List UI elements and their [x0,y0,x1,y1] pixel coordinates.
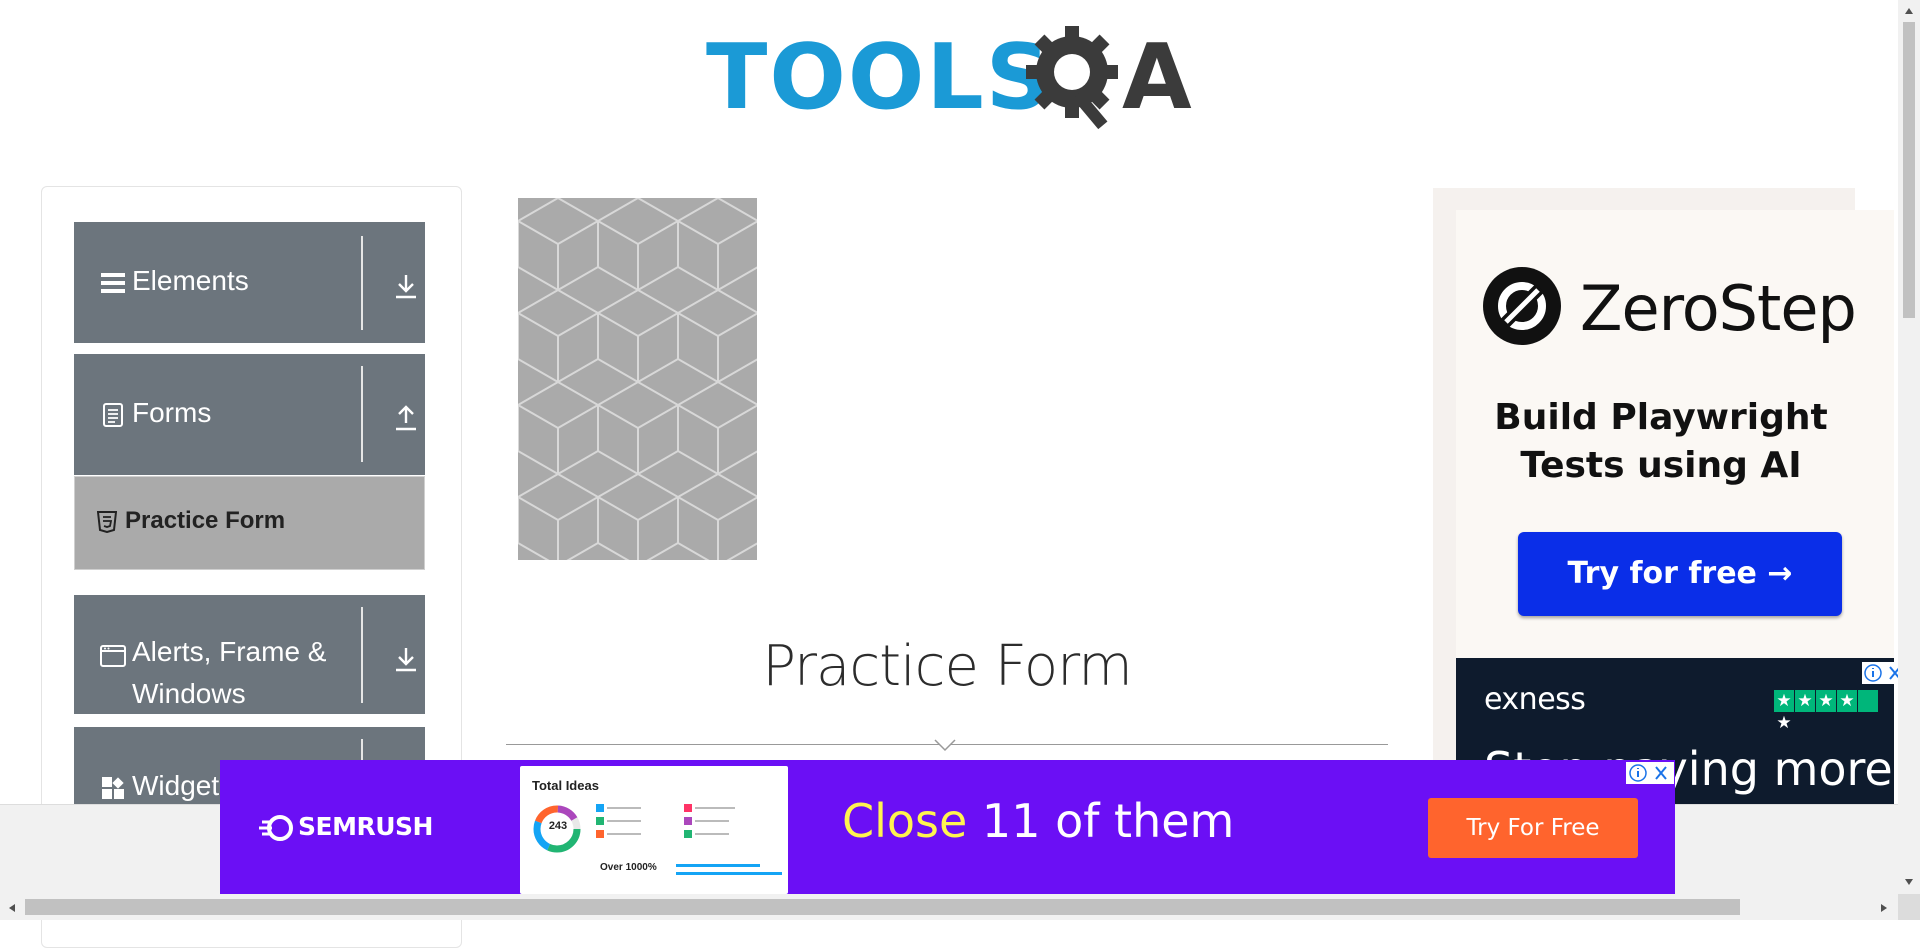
semrush-headline: Close 11 of them [842,794,1234,848]
sidebar-group-elements[interactable]: Elements [74,222,425,343]
vertical-scrollbar-thumb[interactable] [1903,22,1915,318]
logo-text-tools: TOOLS [706,25,1053,130]
toolsqa-logo[interactable]: TOOLS A [706,22,1196,137]
sidebar-group-label: Forms [132,397,212,428]
semrush-brand: SEMRUSH [298,812,433,841]
exness-brand: exness [1484,682,1586,717]
upload-arrow-icon[interactable] [392,404,420,432]
zerostep-ad[interactable]: ZeroStep Build Playwright Tests using AI… [1456,210,1894,658]
widgets-icon [102,777,124,799]
card-over-text: Over 1000% [600,862,657,873]
card-total: 243 [548,820,568,832]
sidebar-item-practice-form[interactable]: Practice Form [74,476,425,570]
divider [361,366,363,462]
scroll-right-arrow-icon[interactable] [1880,903,1888,913]
scrollbar-corner [1898,894,1920,920]
semrush-fire-icon [259,815,293,841]
card-bar [676,864,760,867]
zerostep-brand: ZeroStep [1580,272,1857,345]
zerostep-logo-icon [1483,267,1561,345]
divider [361,607,363,703]
download-arrow-icon[interactable] [392,645,420,673]
card-title: Total Ideas [532,778,599,793]
download-arrow-icon[interactable] [392,272,420,300]
sidebar-group-forms[interactable]: Forms [74,354,425,475]
logo-text-a: A [1122,25,1192,130]
sidebar-group-label: Elements [132,265,249,296]
page-title: Practice Form [762,634,1133,699]
chevron-down-icon [934,739,956,752]
semrush-logo: SEMRUSH [258,812,433,842]
pattern-ad-banner[interactable] [518,198,757,560]
scroll-up-arrow-icon[interactable] [1904,7,1914,15]
sidebar-group-label: Alerts, Frame & Windows [132,636,327,709]
horizontal-scrollbar-thumb[interactable] [25,899,1740,915]
hamburger-icon [101,273,125,293]
document-icon [103,403,123,427]
html5-icon [97,511,117,533]
sidebar-item-label: Practice Form [125,507,286,534]
semrush-preview-card: Total Ideas 243 Over 1000% [520,766,788,894]
ad-info-close-icon[interactable] [1626,762,1674,784]
sidebar-group-label: Widgets [132,770,234,801]
card-bar [676,872,782,875]
trustpilot-stars-icon: ★ ★ ★ ★★ [1774,690,1878,734]
scroll-down-arrow-icon[interactable] [1904,878,1914,886]
vertical-scrollbar[interactable] [1898,0,1920,894]
scroll-left-arrow-icon[interactable] [8,903,16,913]
divider [361,236,363,330]
gear-magnifier-icon [1026,26,1118,130]
headline-highlight: Close [842,794,968,848]
try-for-free-button[interactable]: Try For Free [1428,798,1638,858]
cube-pattern-image [518,198,757,560]
headline-rest: 11 of them [967,794,1235,848]
zerostep-tagline: Build Playwright Tests using AI [1494,397,1828,486]
horizontal-scrollbar[interactable] [0,894,1920,920]
sidebar-group-alerts-frame-windows[interactable]: Alerts, Frame & Windows [74,595,425,714]
try-for-free-button[interactable]: Try for free → [1518,532,1842,616]
card-ideas-list [596,804,735,838]
window-icon [100,645,126,667]
semrush-ad[interactable]: SEMRUSH Total Ideas 243 Over 1000% Close… [220,760,1675,894]
